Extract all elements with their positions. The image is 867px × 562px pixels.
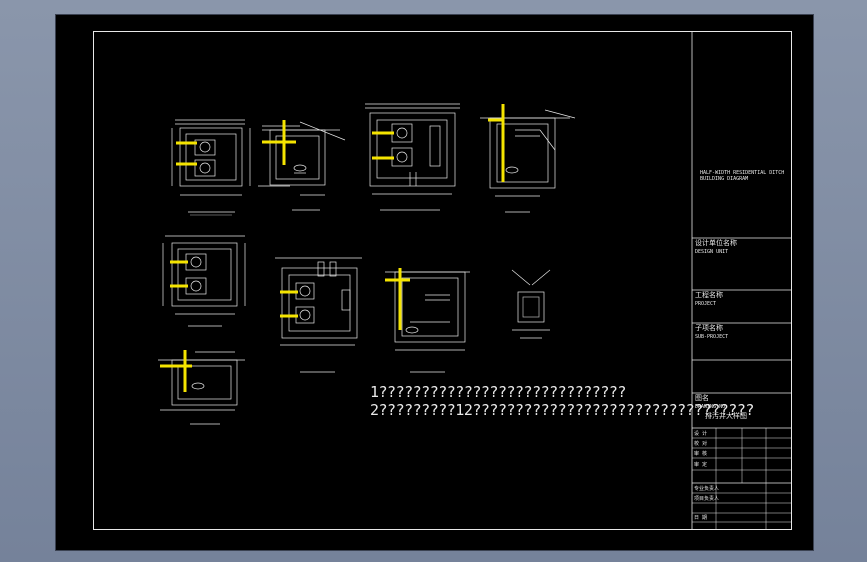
title-block-drawing-en: DRAWING NO.: [695, 404, 729, 410]
title-block-sub-label: 子项名称: [695, 324, 723, 332]
stamp-row: 校 对: [694, 441, 708, 447]
view-detail: [511, 269, 551, 339]
stamp-row: 项目负责人: [694, 496, 720, 502]
stamp-row: 设 计: [694, 431, 708, 437]
stamp-row: 专业负责人: [694, 486, 720, 492]
view-section-4: [158, 351, 245, 425]
view-section-1: [258, 121, 346, 211]
stamp-row: 审 核: [694, 451, 708, 457]
cad-drawing: [158, 31, 792, 530]
view-section-2: [480, 109, 576, 213]
title-block-drawing-label: 图名: [695, 394, 709, 402]
title-block-project-label-en: PROJECT: [695, 301, 717, 307]
stamp-row: 日 期: [694, 515, 708, 521]
note-1: 1?????????????????????????????: [370, 383, 626, 401]
title-block-sub-label-en: SUB-PROJECT: [695, 334, 729, 340]
title-block-project-en: HALF-WIDTH RESIDENTIAL DITCH BUILDING DI…: [700, 170, 785, 182]
view-section-3: [385, 271, 470, 373]
title-block-drawing-title: 排污井大样图: [705, 412, 747, 420]
title-block-designer-label: 设计单位名称: [695, 239, 737, 247]
title-block-designer-en: DESIGN UNIT: [695, 249, 729, 255]
view-plan-1: [171, 119, 251, 216]
view-plan-3: [162, 235, 246, 327]
title-block-project-label: 工程名称: [695, 291, 723, 299]
stamp-row: 审 定: [694, 462, 708, 468]
